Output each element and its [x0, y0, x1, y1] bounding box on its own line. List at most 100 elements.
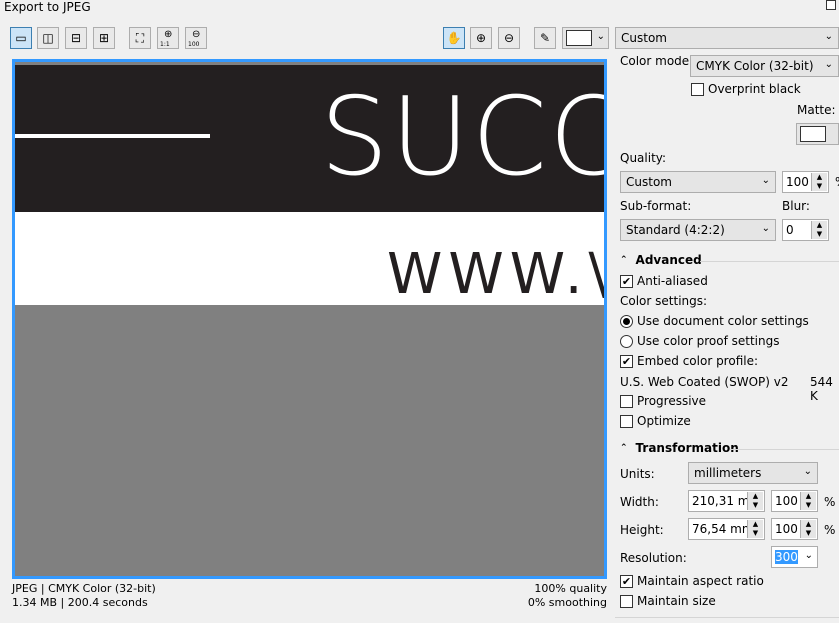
checkbox-checked: ✔	[620, 574, 633, 588]
color-swatch	[566, 30, 592, 46]
quad-split-icon: ⊞	[98, 31, 110, 45]
spin-arrows-icon[interactable]: ▲ ▼	[800, 520, 816, 538]
anti-aliased-label: Anti-aliased	[637, 274, 708, 288]
color-mode-value: CMYK Color (32-bit)	[696, 59, 814, 73]
blur-label: Blur:	[782, 199, 810, 213]
subformat-select[interactable]: Standard (4:2:2) ⌄	[620, 219, 776, 241]
width-percent: 100	[775, 494, 798, 508]
preview-canvas[interactable]: SUCCE WWW.\	[12, 59, 607, 579]
blur-spinner[interactable]: 0 ▲ ▼	[782, 219, 829, 241]
width-percent-spinner[interactable]: 100 ▲ ▼	[771, 490, 818, 512]
single-view-button[interactable]: ▭	[10, 27, 32, 49]
width-spinner[interactable]: 210,31 mm ▲ ▼	[688, 490, 765, 512]
single-view-icon: ▭	[15, 31, 27, 45]
zoom-1to1-icon: ⊕	[164, 29, 173, 40]
horizontal-split-button[interactable]: ⊟	[65, 27, 87, 49]
anti-aliased-checkbox[interactable]: ✔ Anti-aliased	[620, 274, 708, 288]
zoom-100-button[interactable]: ⊖ 100	[185, 27, 207, 49]
quad-split-button[interactable]: ⊞	[93, 27, 115, 49]
spin-arrows-icon[interactable]: ▲ ▼	[747, 492, 763, 510]
horizontal-split-icon: ⊟	[70, 31, 82, 45]
resolution-combo[interactable]: 300 ⌄	[771, 546, 818, 568]
overprint-black-checkbox[interactable]: Overprint black	[691, 82, 801, 96]
matte-color-picker[interactable]	[796, 123, 839, 145]
zoom-out-icon: ⊖	[503, 31, 515, 45]
chevron-down-icon: ⌄	[824, 59, 833, 70]
status-time-value: 200.4 seconds	[67, 596, 148, 609]
checkbox	[620, 594, 633, 608]
use-document-color-radio[interactable]: Use document color settings	[620, 314, 809, 328]
maintain-size-checkbox[interactable]: Maintain size	[620, 594, 716, 608]
percent-label: %	[824, 495, 836, 509]
chevron-down-icon: ⌄	[804, 550, 813, 561]
height-label: Height:	[620, 523, 664, 537]
optimize-checkbox[interactable]: Optimize	[620, 414, 691, 428]
spin-arrows-icon[interactable]: ▲ ▼	[747, 520, 763, 538]
chevron-down-icon: ⌄	[824, 31, 833, 42]
quality-number: 100	[786, 175, 809, 189]
blur-number: 0	[786, 223, 794, 237]
progressive-label: Progressive	[637, 394, 707, 408]
maximize-button[interactable]	[826, 0, 836, 10]
checkbox	[620, 414, 633, 428]
advanced-section-header[interactable]: ⌃ Advanced	[620, 253, 702, 267]
status-size: 1.34 MB | 200.4 seconds	[12, 596, 148, 609]
optimize-label: Optimize	[637, 414, 691, 428]
chevron-down-icon: ⌄	[761, 223, 770, 234]
zoom-out-button[interactable]: ⊖	[498, 27, 520, 49]
status-smoothing: 0% smoothing	[527, 596, 607, 609]
units-select[interactable]: millimeters ⌄	[688, 462, 818, 484]
percent-label: %	[835, 175, 839, 189]
radio-selected	[620, 314, 633, 328]
spin-arrows-icon[interactable]: ▲ ▼	[800, 492, 816, 510]
progressive-checkbox[interactable]: Progressive	[620, 394, 706, 408]
zoom-in-button[interactable]: ⊕	[470, 27, 492, 49]
pan-tool-button[interactable]: ✋	[443, 27, 465, 49]
height-percent-spinner[interactable]: 100 ▲ ▼	[771, 518, 818, 540]
color-picker[interactable]: ⌄	[562, 27, 609, 49]
eyedropper-button[interactable]: ✎	[534, 27, 556, 49]
color-settings-label: Color settings:	[620, 294, 708, 308]
transformation-section-header[interactable]: ⌃ Transformation	[620, 441, 739, 455]
vertical-split-button[interactable]: ◫	[37, 27, 59, 49]
status-color-value: CMYK Color (32-bit)	[48, 582, 156, 595]
status-format-value: JPEG	[12, 582, 38, 595]
quality-select[interactable]: Custom ⌄	[620, 171, 776, 193]
profile-name: U.S. Web Coated (SWOP) v2	[620, 375, 789, 389]
width-label: Width:	[620, 495, 659, 509]
maintain-aspect-checkbox[interactable]: ✔ Maintain aspect ratio	[620, 574, 764, 588]
maintain-size-label: Maintain size	[637, 594, 716, 608]
zoom-in-icon: ⊕	[475, 31, 487, 45]
use-proof-color-radio[interactable]: Use color proof settings	[620, 334, 779, 348]
spin-arrows-icon[interactable]: ▲ ▼	[811, 221, 827, 239]
status-size-value: 1.34 MB	[12, 596, 58, 609]
use-doc-label: Use document color settings	[637, 314, 809, 328]
color-mode-select[interactable]: CMYK Color (32-bit) ⌄	[690, 55, 839, 77]
advanced-label: Advanced	[635, 253, 702, 267]
zoom-fit-button[interactable]: ⛶	[129, 27, 151, 49]
zoom-fit-icon: ⛶	[135, 30, 145, 45]
matte-swatch	[800, 126, 826, 142]
quality-spinner[interactable]: 100 ▲ ▼	[782, 171, 829, 193]
resolution-value: 300	[775, 550, 798, 564]
quality-value: Custom	[626, 175, 672, 189]
vertical-split-icon: ◫	[42, 31, 54, 45]
height-spinner[interactable]: 76,54 mm ▲ ▼	[688, 518, 765, 540]
preset-value: Custom	[621, 31, 667, 45]
zoom-1to1-button[interactable]: ⊕ 1:1	[157, 27, 179, 49]
collapse-icon: ⌃	[620, 443, 628, 453]
eyedropper-icon: ✎	[539, 31, 551, 45]
units-value: millimeters	[694, 466, 762, 480]
zoom-1to1-label: 1:1	[160, 41, 170, 48]
collapse-icon: ⌃	[620, 255, 628, 265]
matte-label: Matte:	[797, 103, 836, 117]
spin-arrows-icon[interactable]: ▲ ▼	[811, 173, 827, 191]
preview-headline: SUCCE	[320, 75, 604, 200]
use-proof-label: Use color proof settings	[637, 334, 780, 348]
window-title: Export to JPEG	[4, 0, 91, 14]
embed-label: Embed color profile:	[637, 354, 759, 368]
preview-url: WWW.\	[387, 242, 607, 307]
preset-select[interactable]: Custom ⌄	[615, 27, 839, 49]
embed-profile-checkbox[interactable]: ✔ Embed color profile:	[620, 354, 758, 368]
height-value: 76,54 mm	[692, 522, 754, 536]
